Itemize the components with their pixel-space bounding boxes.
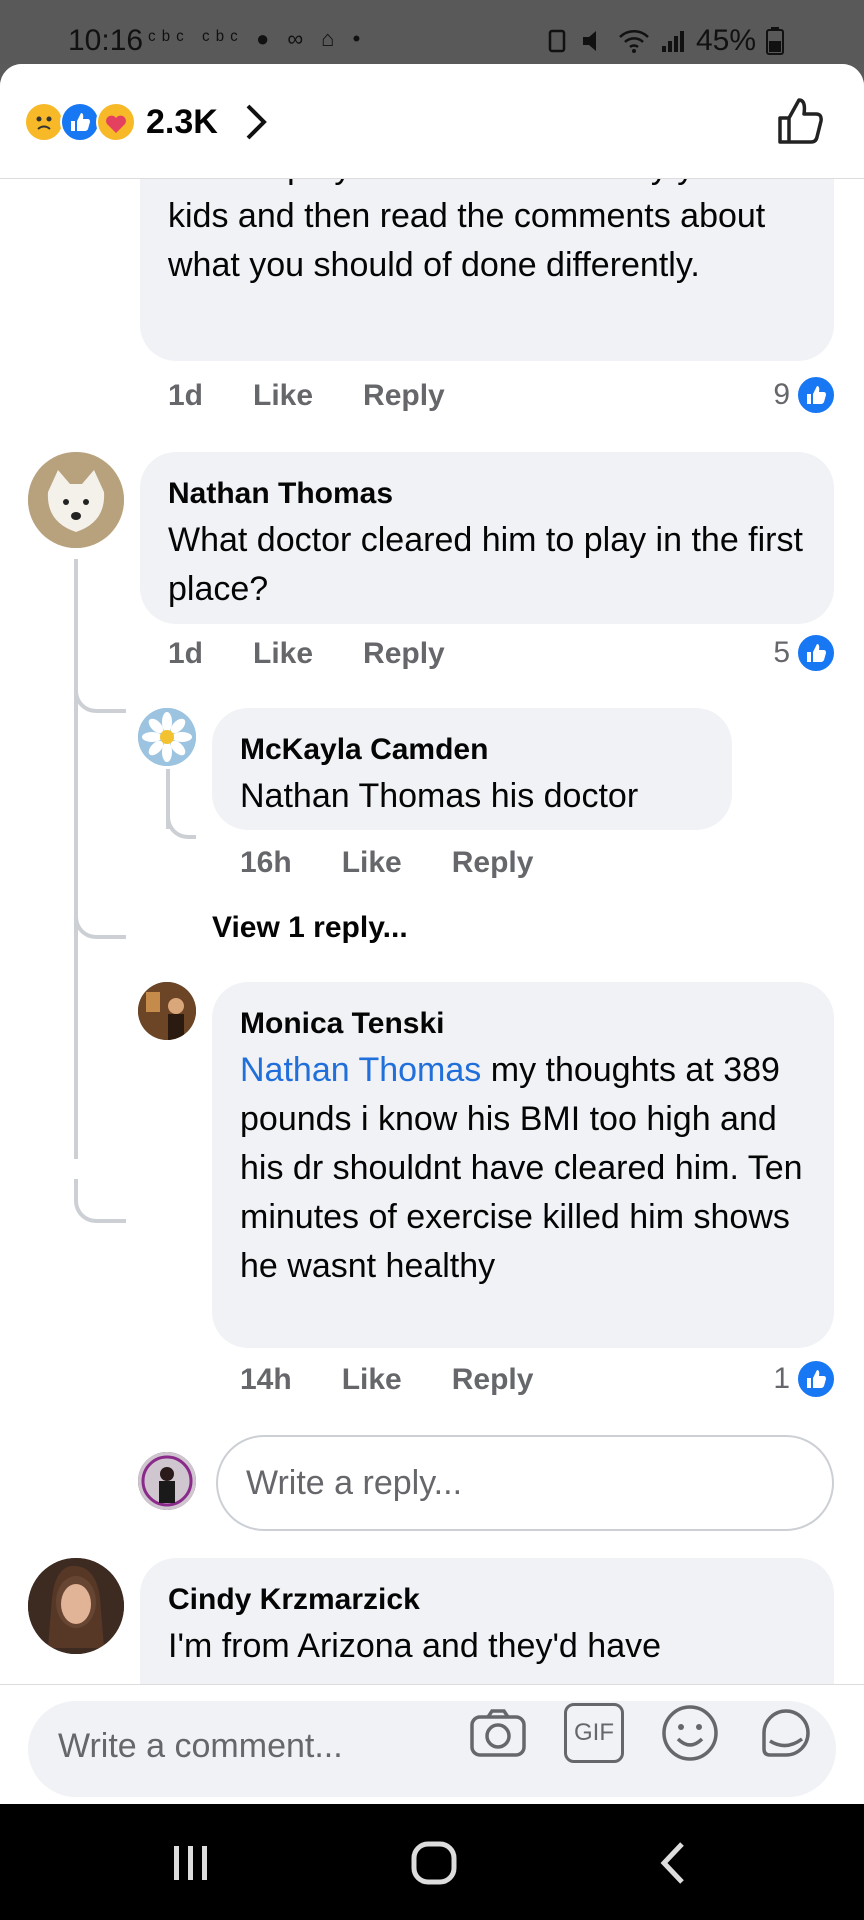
like-badge-icon [796, 633, 836, 673]
android-nav-bar [0, 1804, 864, 1920]
like-badge-icon [796, 1359, 836, 1399]
status-bar: 10:16 ᶜᵇᶜ ᶜᵇᶜ ● ∞ ⌂ • 45% [0, 0, 864, 64]
reaction-count: 2.3K [146, 102, 218, 141]
like-count: 9 [773, 378, 790, 411]
reply-link[interactable]: Reply [452, 846, 534, 880]
gif-button[interactable]: GIF [564, 1703, 624, 1763]
reply-time: 14h [240, 1363, 292, 1396]
comment-time: 1d [168, 379, 204, 412]
thread-connector [74, 669, 126, 713]
thread-connector [74, 1179, 126, 1223]
like-count: 1 [773, 1362, 790, 1395]
reply-input[interactable]: Write a reply... [216, 1435, 834, 1531]
back-icon[interactable] [644, 1838, 704, 1888]
reply-text: Nathan Thomas his doctor [240, 777, 639, 815]
recent-apps-icon[interactable] [160, 1838, 220, 1888]
comment-like-count[interactable]: 9 [773, 375, 836, 415]
comment-composer: Write a comment... GIF [0, 1684, 864, 1804]
reply-bubble: McKayla Camden Nathan Thomas his doctor [212, 708, 732, 830]
notification-icons: ᶜᵇᶜ ᶜᵇᶜ ● ∞ ⌂ • [148, 26, 367, 51]
sticker-icon[interactable] [756, 1703, 816, 1763]
comment-actions: 1d Like Reply [168, 637, 445, 671]
reply-bubble: Monica Tenski Nathan Thomas my thoughts … [212, 982, 834, 1348]
reply-link[interactable]: Reply [452, 1363, 534, 1397]
thread-connector [74, 897, 126, 939]
like-badge-icon [796, 375, 836, 415]
camera-icon[interactable] [468, 1703, 528, 1763]
comment-time: 1d [168, 637, 204, 670]
like-count: 5 [773, 636, 790, 669]
comment-like-count[interactable]: 5 [773, 633, 836, 673]
status-time: 10:16 [68, 24, 144, 57]
reply-like-count[interactable]: 1 [773, 1359, 836, 1399]
like-reaction-icon [60, 102, 100, 142]
commenter-name[interactable]: McKayla Camden [240, 728, 704, 772]
mention-link[interactable]: Nathan Thomas [240, 1051, 481, 1089]
chevron-right-icon [246, 104, 267, 140]
reply-text: Nathan Thomas my thoughts at 389 pounds … [240, 1046, 806, 1291]
sad-reaction-icon [24, 102, 64, 142]
care-reaction-icon [96, 102, 136, 142]
commenter-name[interactable]: Monica Tenski [240, 1002, 806, 1046]
reply-link[interactable]: Reply [363, 379, 445, 413]
comment-text: What doctor cleared him to play in the f… [168, 521, 803, 608]
avatar[interactable] [28, 1558, 124, 1654]
comment-bubble: Cindy Krzmarzick I'm from Arizona and th… [140, 1558, 834, 1684]
reactions-header: 2.3K [0, 64, 864, 179]
comment-text-partial: Sure hope you don't have to bury your [168, 179, 806, 192]
mute-icon [582, 31, 596, 51]
signal-icon [661, 31, 684, 52]
comment-placeholder: Write a comment... [58, 1727, 343, 1765]
avatar[interactable] [138, 708, 196, 766]
avatar[interactable] [138, 982, 196, 1040]
comment-bubble: Sure hope you don't have to bury your ki… [140, 179, 834, 361]
thread-line [74, 559, 78, 1159]
commenter-name[interactable]: Cindy Krzmarzick [168, 1578, 806, 1622]
comment-actions: 1d Like Reply [168, 379, 445, 413]
wifi-icon [619, 30, 649, 53]
gif-label: GIF [574, 1719, 614, 1746]
vibrate-icon [548, 29, 566, 53]
comment-bubble: Nathan Thomas What doctor cleared him to… [140, 452, 834, 624]
emoji-icon[interactable] [660, 1703, 720, 1763]
home-icon[interactable] [404, 1838, 464, 1888]
commenter-name[interactable]: Nathan Thomas [168, 472, 806, 516]
view-more-replies[interactable]: View 1 reply... [212, 911, 408, 945]
reply-time: 16h [240, 846, 292, 879]
like-link[interactable]: Like [342, 846, 402, 880]
like-link[interactable]: Like [342, 1363, 402, 1397]
avatar[interactable] [28, 452, 124, 548]
reply-link[interactable]: Reply [363, 637, 445, 671]
like-link[interactable]: Like [253, 379, 313, 413]
reply-actions: 14h Like Reply [240, 1363, 533, 1397]
reply-actions: 16h Like Reply [240, 846, 533, 880]
thread-connector [166, 799, 196, 839]
my-avatar [138, 1452, 196, 1510]
comments-sheet: 2.3K Sure hope you don't have to bury yo… [0, 64, 864, 1804]
status-right: 45% [544, 24, 784, 58]
like-link[interactable]: Like [253, 637, 313, 671]
reactions-summary[interactable]: 2.3K [24, 102, 270, 142]
battery-percent: 45% [695, 24, 756, 57]
comment-text: I'm from Arizona and they'd have [168, 1627, 662, 1665]
comment-text: kids and then read the comments about wh… [168, 197, 766, 284]
like-post-icon[interactable] [774, 94, 828, 148]
comments-feed[interactable]: Sure hope you don't have to bury your ki… [0, 179, 864, 1684]
battery-icon [766, 27, 784, 55]
